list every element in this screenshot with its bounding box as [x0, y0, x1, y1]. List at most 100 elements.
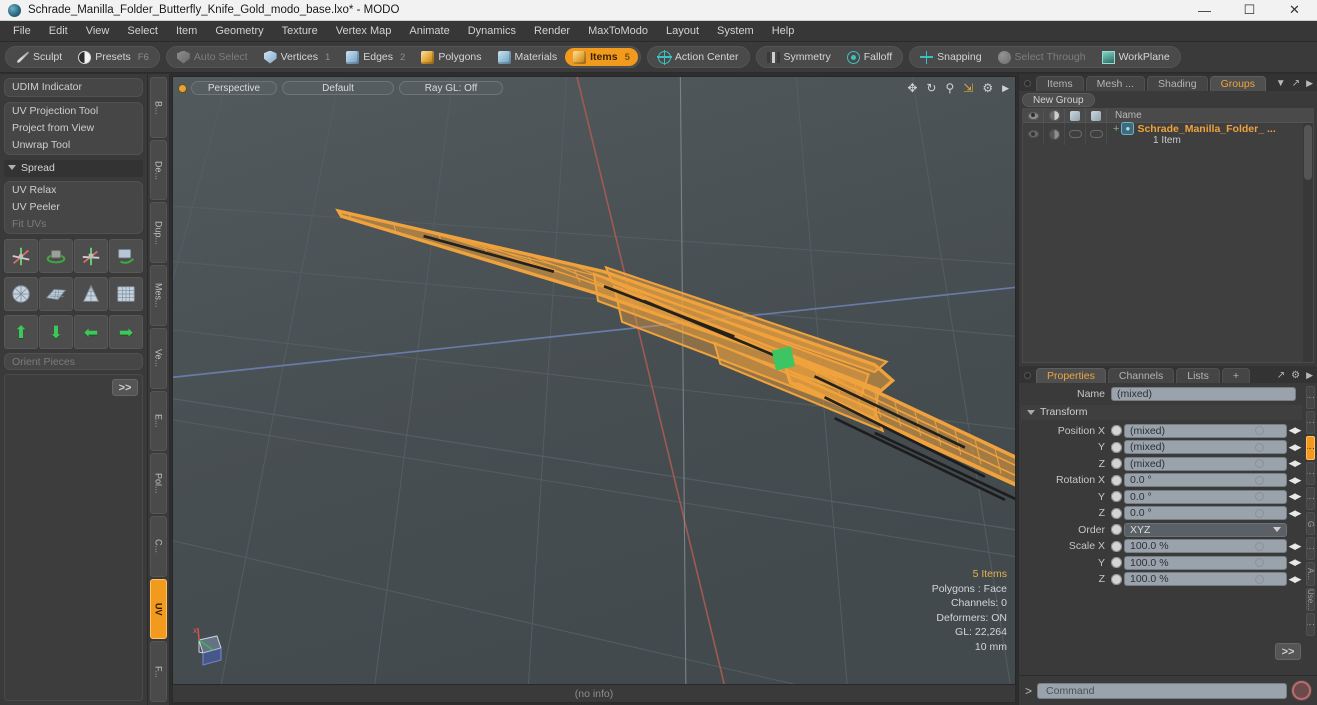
- expand-icon[interactable]: ↗: [1292, 78, 1300, 89]
- vertical-tab-uv[interactable]: UV: [150, 578, 167, 640]
- left-item-uv-projection-tool[interactable]: UV Projection Tool: [5, 103, 142, 120]
- vertical-tab-f[interactable]: F...: [150, 641, 167, 703]
- vertical-tab-dup[interactable]: Dup...: [150, 202, 167, 264]
- left-item-uv-peeler[interactable]: UV Peeler: [5, 199, 142, 216]
- property-input-y[interactable]: (mixed): [1124, 440, 1287, 455]
- left-item-udim-indicator[interactable]: UDIM Indicator: [5, 79, 142, 96]
- menu-item-help[interactable]: Help: [763, 21, 804, 42]
- chevron-down-icon[interactable]: ▼: [1276, 78, 1286, 89]
- property-stepper-arrows[interactable]: ◀▶: [1287, 425, 1302, 436]
- toolbar-button-materials[interactable]: Materials: [490, 48, 566, 66]
- menu-item-layout[interactable]: Layout: [657, 21, 708, 42]
- property-channel-dot-icon[interactable]: [1111, 425, 1122, 437]
- property-input-position-x[interactable]: (mixed): [1124, 423, 1287, 438]
- toolbar-button-vertices[interactable]: Vertices 1: [256, 48, 339, 66]
- property-key-dot-icon[interactable]: [1255, 459, 1264, 469]
- vertical-tab-mes[interactable]: Mes...: [150, 265, 167, 326]
- property-stepper-arrows[interactable]: ◀▶: [1287, 442, 1302, 453]
- property-select-order[interactable]: XYZ: [1124, 522, 1287, 537]
- property-input-z[interactable]: 100.0 %: [1124, 572, 1287, 587]
- axis-gizmo-icon[interactable]: x: [187, 624, 231, 668]
- property-input-y[interactable]: 0.0 °: [1124, 489, 1287, 504]
- arrow-down-icon[interactable]: ⬇: [39, 315, 73, 349]
- toolbar-button-sculpt[interactable]: Sculpt: [8, 48, 70, 66]
- properties-side-tab-2[interactable]: ⋮: [1306, 436, 1315, 460]
- name-field[interactable]: (mixed): [1111, 387, 1296, 402]
- left-item-project-from-view[interactable]: Project from View: [5, 120, 142, 137]
- vertical-tab-e[interactable]: E...: [150, 390, 167, 452]
- property-stepper-arrows[interactable]: ◀▶: [1287, 458, 1302, 469]
- 3d-viewport[interactable]: Perspective Default Ray GL: Off ✥ ↻ ⚲ ⇲ …: [172, 76, 1016, 685]
- properties-side-tab-8[interactable]: Use...: [1306, 587, 1315, 611]
- tab-items[interactable]: Items: [1036, 76, 1084, 91]
- gear-icon[interactable]: ⚙: [982, 81, 993, 95]
- menu-item-item[interactable]: Item: [167, 21, 206, 42]
- cube-icon[interactable]: [1086, 109, 1107, 123]
- rotate-icon[interactable]: ↻: [926, 81, 936, 95]
- property-stepper-arrows[interactable]: ◀▶: [1287, 508, 1302, 519]
- properties-side-tab-3[interactable]: ⋮: [1306, 461, 1315, 485]
- uv-flip-icon[interactable]: [109, 239, 143, 273]
- toolbar-button-falloff[interactable]: Falloff: [839, 48, 900, 66]
- properties-side-tab-7[interactable]: A...: [1306, 562, 1315, 586]
- properties-more-button[interactable]: >>: [1275, 643, 1301, 660]
- close-button[interactable]: ✕: [1272, 0, 1317, 20]
- property-channel-dot-icon[interactable]: [1111, 557, 1122, 569]
- arrow-right-icon[interactable]: ➡: [109, 315, 143, 349]
- property-key-dot-icon[interactable]: [1255, 508, 1264, 518]
- property-input-rotation-x[interactable]: 0.0 °: [1124, 473, 1287, 488]
- spread-section-header[interactable]: Spread: [4, 160, 143, 177]
- property-key-dot-icon[interactable]: [1255, 475, 1264, 485]
- panel-menu-dot-icon[interactable]: [1024, 80, 1031, 87]
- menu-item-dynamics[interactable]: Dynamics: [459, 21, 525, 42]
- vertical-tab-b[interactable]: B...: [150, 77, 167, 138]
- uv-move-gizmo-icon[interactable]: [4, 239, 38, 273]
- tab-properties[interactable]: Properties: [1036, 368, 1106, 383]
- vertical-tab-de[interactable]: De...: [150, 139, 167, 201]
- properties-side-tab-6[interactable]: ⋮: [1306, 537, 1315, 561]
- toolbar-button-workplane[interactable]: WorkPlane: [1094, 48, 1178, 66]
- tab-mesh[interactable]: Mesh ...: [1085, 76, 1146, 91]
- row-cube-toggle[interactable]: [1086, 123, 1107, 145]
- row-eye-toggle[interactable]: [1023, 123, 1044, 145]
- menu-item-render[interactable]: Render: [525, 21, 579, 42]
- uv-grid-cone-icon[interactable]: [74, 277, 108, 311]
- property-channel-dot-icon[interactable]: [1111, 474, 1122, 486]
- orient-pieces-field[interactable]: Orient Pieces: [4, 353, 143, 370]
- left-item-unwrap-tool[interactable]: Unwrap Tool: [5, 137, 142, 154]
- menu-item-vertex-map[interactable]: Vertex Map: [327, 21, 401, 42]
- uv-grid-plane-icon[interactable]: [39, 277, 73, 311]
- property-channel-dot-icon[interactable]: [1111, 540, 1122, 552]
- property-channel-dot-icon[interactable]: [1111, 524, 1122, 536]
- chevron-right-icon[interactable]: ▶: [1002, 83, 1009, 94]
- pill-icon[interactable]: [1065, 109, 1086, 123]
- property-stepper-arrows[interactable]: ◀▶: [1287, 557, 1302, 568]
- expand-row-icon[interactable]: +: [1113, 123, 1119, 135]
- viewport-view-mode[interactable]: Perspective: [191, 81, 277, 95]
- uv-grid-sphere-icon[interactable]: [4, 277, 38, 311]
- knife-model-wireframe[interactable]: [173, 77, 1015, 684]
- left-item-uv-relax[interactable]: UV Relax: [5, 182, 142, 199]
- group-item-name[interactable]: Schrade_Manilla_Folder_ ...: [1137, 123, 1275, 135]
- toolbar-button-presets[interactable]: Presets F6: [70, 48, 157, 66]
- properties-side-tab-5[interactable]: G: [1306, 512, 1315, 536]
- menu-item-file[interactable]: File: [4, 21, 40, 42]
- transform-section-header[interactable]: Transform: [1021, 404, 1302, 420]
- menu-item-select[interactable]: Select: [118, 21, 167, 42]
- properties-side-tab-0[interactable]: ⋮: [1306, 386, 1315, 410]
- vertical-tab-c[interactable]: C...: [150, 515, 167, 577]
- menu-item-system[interactable]: System: [708, 21, 763, 42]
- toolbar-button-edges[interactable]: Edges 2: [338, 48, 413, 66]
- property-key-dot-icon[interactable]: [1255, 541, 1264, 551]
- property-input-scale-x[interactable]: 100.0 %: [1124, 539, 1287, 554]
- property-channel-dot-icon[interactable]: [1111, 491, 1122, 503]
- property-channel-dot-icon[interactable]: [1111, 573, 1122, 585]
- tab-channels[interactable]: Channels: [1107, 368, 1175, 383]
- row-pill-toggle[interactable]: [1065, 123, 1086, 145]
- properties-menu-dot-icon[interactable]: [1024, 372, 1031, 379]
- left-item-fit-uvs[interactable]: Fit UVs: [5, 216, 142, 233]
- vertical-tab-ve[interactable]: Ve...: [150, 327, 167, 389]
- vertical-tab-pol[interactable]: Pol...: [150, 453, 167, 514]
- left-panel-more-button[interactable]: >>: [112, 379, 138, 396]
- uv-grid-warp-icon[interactable]: [109, 277, 143, 311]
